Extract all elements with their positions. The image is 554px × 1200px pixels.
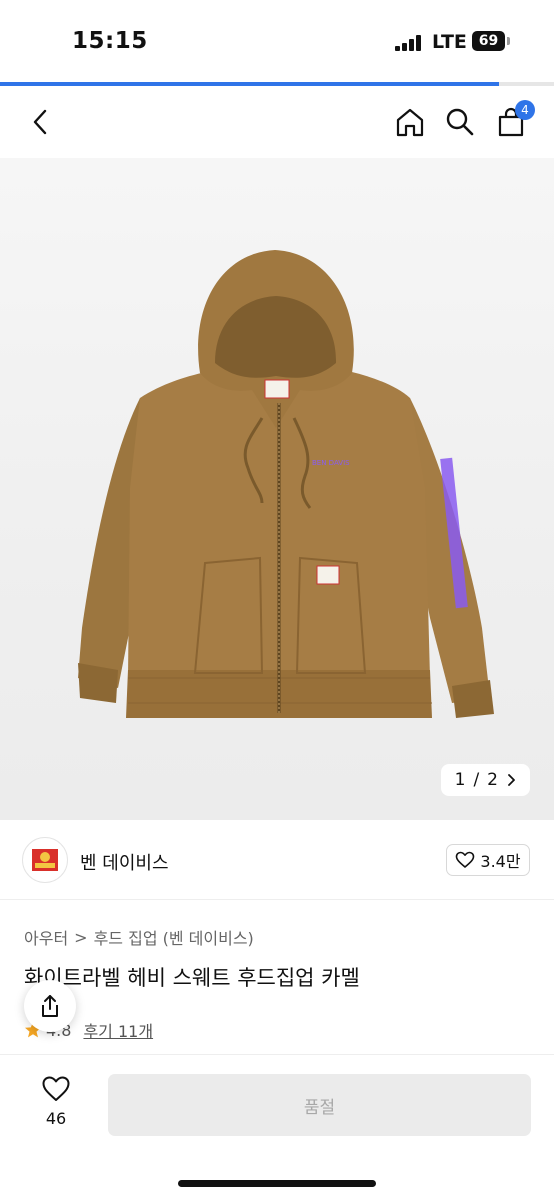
chevron-right-icon: [508, 774, 515, 786]
signal-icon: [395, 35, 423, 51]
heart-icon: [42, 1076, 70, 1101]
brand-like-button[interactable]: 3.4만: [446, 844, 530, 876]
breadcrumb-subcategory[interactable]: 후드 집업 (벤 데이비스): [94, 925, 254, 949]
back-button[interactable]: [20, 102, 60, 142]
share-button[interactable]: [24, 980, 76, 1032]
network-label: LTE: [432, 31, 467, 53]
pager-total: 2: [487, 770, 498, 790]
home-button[interactable]: [390, 102, 430, 142]
cart-count-badge: 4: [515, 100, 535, 120]
brand-row[interactable]: 벤 데이비스 3.4만: [0, 820, 554, 900]
breadcrumb-category[interactable]: 아우터: [24, 925, 68, 949]
heart-icon: [456, 851, 475, 868]
wishlist-button[interactable]: 46: [26, 1075, 86, 1155]
search-button[interactable]: [440, 102, 480, 142]
cart-button[interactable]: 4: [491, 100, 535, 142]
top-nav-bar: 4: [0, 86, 554, 158]
gallery-pager[interactable]: 1 / 2: [440, 764, 530, 796]
svg-text:BEN DAVIS: BEN DAVIS: [312, 459, 350, 467]
bottom-action-bar: 46 품절: [0, 1054, 554, 1200]
pager-current: 1: [454, 770, 466, 790]
breadcrumb-separator: >: [74, 927, 88, 947]
product-image: BEN DAVIS: [78, 250, 494, 718]
brand-logo-icon: [32, 849, 58, 871]
product-image-gallery[interactable]: BEN DAVIS 1 / 2: [0, 158, 554, 820]
search-icon: [446, 108, 474, 136]
brand-like-count: 3.4만: [480, 852, 521, 871]
brand-name[interactable]: 벤 데이비스: [80, 849, 169, 875]
battery-tip: [507, 37, 510, 45]
status-bar: 15:15 LTE 69: [0, 0, 554, 84]
status-time: 15:15: [72, 28, 148, 54]
sold-out-button[interactable]: 품절: [108, 1074, 531, 1136]
battery-icon: 69: [472, 31, 505, 51]
wishlist-count: 46: [45, 1109, 67, 1128]
breadcrumb: 아우터 > 후드 집업 (벤 데이비스): [24, 925, 254, 949]
product-title: 화이트라벨 헤비 스웨트 후드집업 카멜: [24, 966, 360, 990]
home-icon: [396, 108, 424, 137]
share-icon: [42, 995, 58, 1017]
pager-separator: /: [473, 770, 480, 790]
brand-logo[interactable]: [22, 837, 68, 883]
chevron-left-icon: [33, 109, 47, 135]
home-indicator: [178, 1180, 376, 1187]
review-link[interactable]: 후기 11개: [83, 1018, 153, 1042]
